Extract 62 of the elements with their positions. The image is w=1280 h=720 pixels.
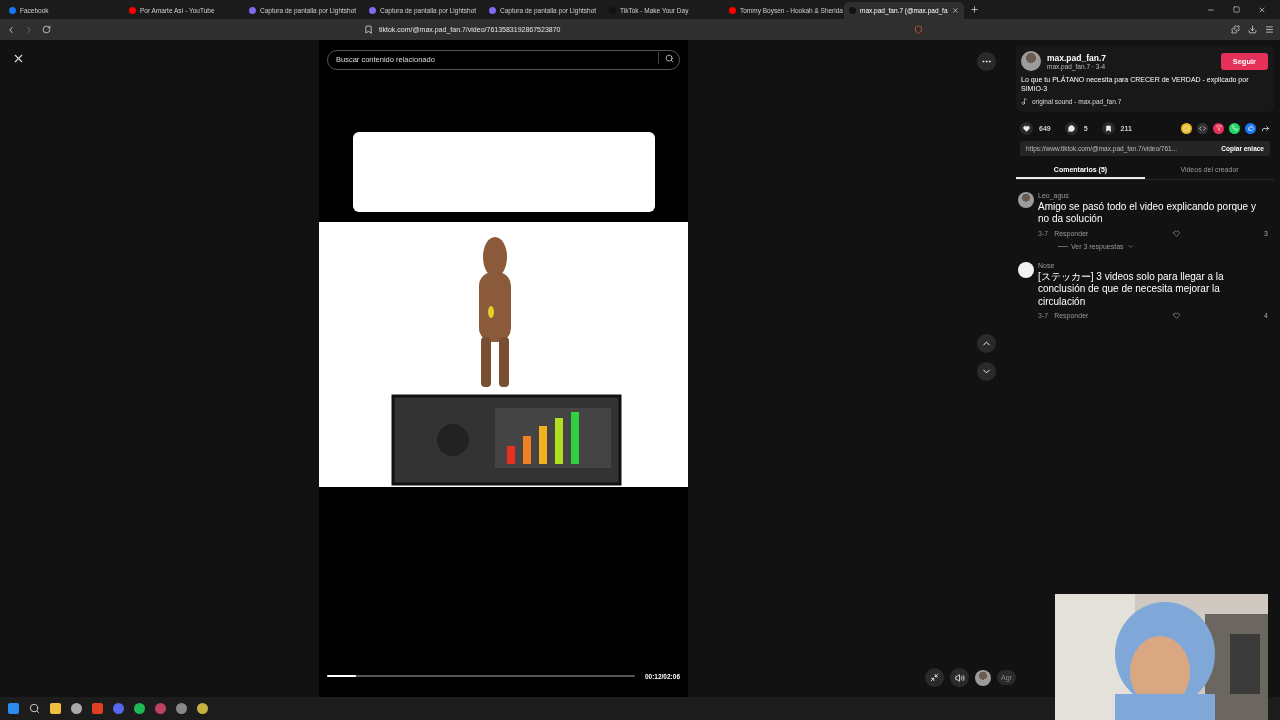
floating-player-button[interactable] bbox=[925, 668, 945, 687]
chevron-down-icon bbox=[1126, 242, 1134, 250]
code-icon[interactable] bbox=[1197, 122, 1208, 134]
site-icon bbox=[129, 7, 136, 14]
author-avatar[interactable] bbox=[1021, 51, 1041, 71]
commenter-avatar[interactable] bbox=[1018, 191, 1034, 208]
heart-icon[interactable] bbox=[1172, 229, 1180, 237]
comment-text: Amigo se pasó todo el video explicando porque y no da solución bbox=[1038, 200, 1257, 226]
new-tab-button[interactable] bbox=[970, 5, 979, 14]
download-icon[interactable] bbox=[1248, 25, 1257, 34]
shrink-icon bbox=[930, 673, 940, 682]
reload-icon bbox=[42, 25, 51, 34]
app-icon[interactable] bbox=[176, 703, 187, 714]
search-icon[interactable] bbox=[29, 703, 40, 714]
like-button[interactable] bbox=[1020, 121, 1033, 135]
more-button[interactable] bbox=[977, 52, 996, 71]
app-icon[interactable] bbox=[113, 703, 124, 714]
search-button[interactable] bbox=[658, 52, 674, 64]
share-icon[interactable] bbox=[1261, 123, 1270, 133]
forward-icon bbox=[24, 24, 34, 35]
close-button[interactable] bbox=[12, 52, 25, 65]
app-icon[interactable] bbox=[71, 703, 82, 714]
author-name[interactable]: max.pad_fan.7 bbox=[1047, 52, 1107, 63]
search-icon bbox=[665, 53, 674, 63]
heart-icon bbox=[1023, 124, 1030, 132]
app-icon[interactable] bbox=[155, 703, 166, 714]
bookmark-icon bbox=[1104, 124, 1112, 132]
maximize-button[interactable] bbox=[1233, 5, 1240, 14]
next-video-button[interactable] bbox=[977, 362, 996, 381]
site-icon bbox=[9, 7, 16, 14]
extensions-icon[interactable] bbox=[1231, 25, 1240, 34]
start-icon[interactable] bbox=[8, 703, 19, 714]
commenter-avatar[interactable] bbox=[1018, 261, 1034, 278]
heart-icon[interactable] bbox=[1172, 312, 1180, 320]
back-icon bbox=[6, 24, 16, 35]
back-button[interactable] bbox=[6, 24, 16, 35]
reload-button[interactable] bbox=[42, 25, 51, 34]
menu-icon[interactable] bbox=[1265, 25, 1274, 34]
speech-bubble-icon bbox=[1067, 124, 1075, 132]
close-icon bbox=[12, 52, 25, 65]
smiley-icon[interactable] bbox=[1181, 122, 1192, 134]
close-icon bbox=[1258, 5, 1266, 14]
shield-icon[interactable] bbox=[914, 25, 923, 34]
save-button[interactable] bbox=[1101, 121, 1115, 135]
thumbs-up-icon[interactable] bbox=[1245, 122, 1256, 134]
volume-icon bbox=[954, 672, 965, 683]
volume-button[interactable] bbox=[950, 668, 970, 687]
close-button[interactable] bbox=[1258, 5, 1266, 14]
plus-icon bbox=[970, 5, 979, 14]
avatar bbox=[975, 669, 992, 686]
folder-icon[interactable] bbox=[50, 703, 61, 714]
close-icon[interactable] bbox=[951, 7, 959, 14]
funnel-icon[interactable] bbox=[1213, 122, 1224, 134]
phone-icon[interactable] bbox=[1229, 122, 1240, 134]
app-icon[interactable] bbox=[197, 703, 208, 714]
comment-button[interactable] bbox=[1064, 121, 1078, 135]
previous-video-button[interactable] bbox=[977, 334, 996, 353]
bookmark-icon[interactable] bbox=[364, 25, 373, 34]
music-note-icon bbox=[1021, 97, 1028, 105]
maximize-icon bbox=[1233, 6, 1240, 13]
app-icon[interactable] bbox=[134, 703, 145, 714]
comment-text: [ステッカー] 3 videos solo para llegar a la conclusión de que de necesita mejorar la circulación bbox=[1038, 270, 1225, 309]
